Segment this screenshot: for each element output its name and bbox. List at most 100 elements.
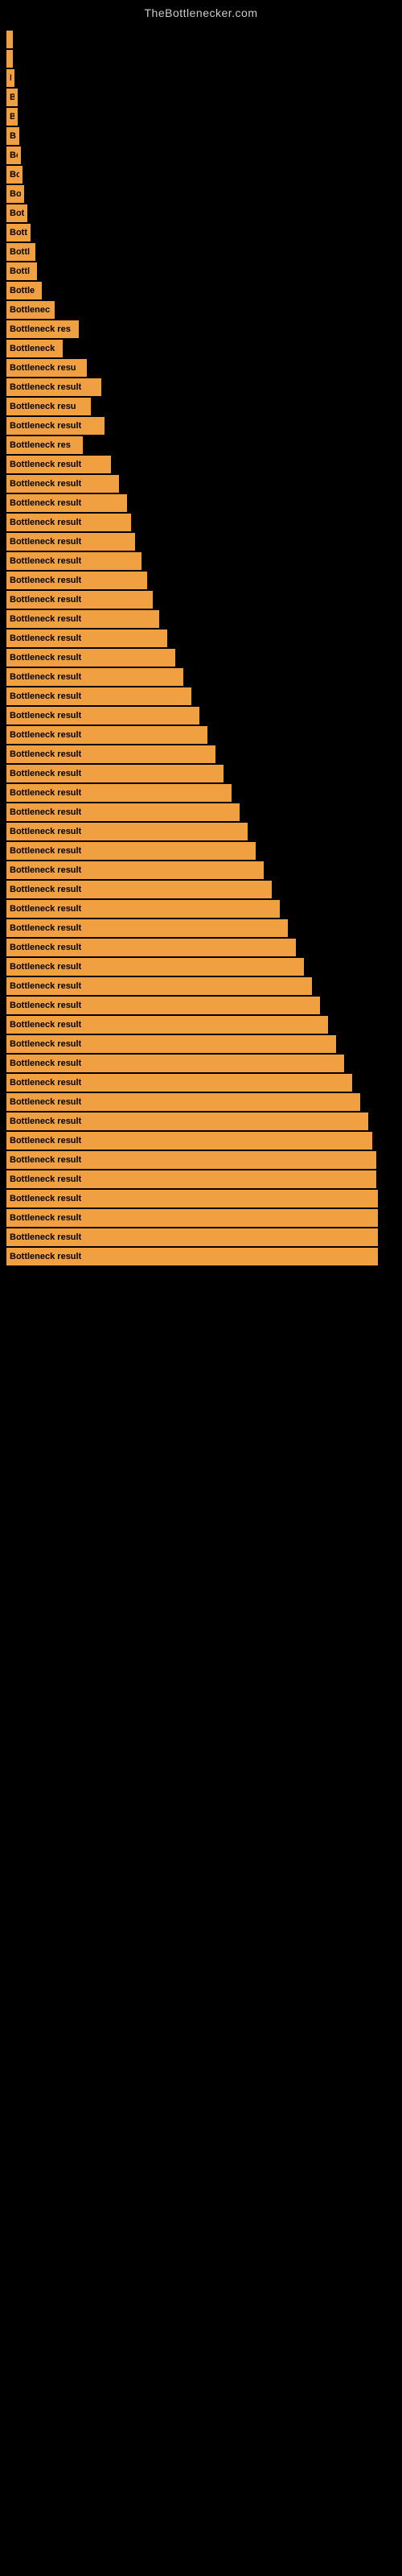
- bar-label: Bottleneck result: [10, 1174, 81, 1184]
- bar-row: Bottleneck result: [6, 1016, 402, 1034]
- bar-row: Bottleneck result: [6, 494, 402, 512]
- bar-label: Bottleneck result: [10, 1232, 81, 1242]
- bar-row: Bottleneck result: [6, 475, 402, 493]
- bottleneck-bar: Bottleneck result: [6, 630, 167, 647]
- bar-row: Bottleneck: [6, 340, 402, 357]
- bar-row: Bottle: [6, 282, 402, 299]
- bottleneck-bar: B: [6, 69, 14, 87]
- bar-row: Bottleneck result: [6, 1093, 402, 1111]
- bar-label: Bo: [10, 189, 21, 199]
- bar-row: Bottleneck result: [6, 591, 402, 609]
- bar-label: Bottleneck result: [10, 1213, 81, 1223]
- bottleneck-bar: Bottleneck result: [6, 977, 312, 995]
- bar-row: Bottleneck result: [6, 1151, 402, 1169]
- bar-label: Bottleneck result: [10, 769, 81, 778]
- bar-label: Bottle: [10, 286, 35, 295]
- bottleneck-bar: Bottleneck result: [6, 1209, 378, 1227]
- bottleneck-bar: Bottleneck result: [6, 552, 142, 570]
- bar-row: Bottleneck result: [6, 514, 402, 531]
- bar-label: Bottleneck: [10, 344, 55, 353]
- bottleneck-bar: Bottleneck result: [6, 417, 105, 435]
- bar-label: Bottleneck resu: [10, 363, 76, 373]
- bottleneck-bar: Bottleneck result: [6, 475, 119, 493]
- bottleneck-bar: Bottleneck result: [6, 1074, 352, 1092]
- bottleneck-bar: B: [6, 31, 13, 48]
- bar-label: Bottleneck result: [10, 1039, 81, 1049]
- bar-label: Bottleneck result: [10, 1136, 81, 1146]
- bar-row: B: [6, 69, 402, 87]
- bar-label: Bottleneck result: [10, 421, 81, 431]
- bar-label: Bottleneck result: [10, 1020, 81, 1030]
- bar-row: Bottl: [6, 243, 402, 261]
- bar-label: Bottleneck result: [10, 807, 81, 817]
- bar-label: Bottleneck result: [10, 498, 81, 508]
- bar-label: Bottleneck result: [10, 460, 81, 469]
- bottleneck-bar: Bottleneck result: [6, 803, 240, 821]
- bar-row: Bottleneck result: [6, 1170, 402, 1188]
- bar-row: Bottleneck result: [6, 707, 402, 724]
- bar-row: Bottleneck result: [6, 687, 402, 705]
- bottleneck-bar: Bot: [6, 204, 27, 222]
- bar-row: Bottleneck result: [6, 861, 402, 879]
- bottleneck-bar: Bottleneck result: [6, 958, 304, 976]
- bar-row: Bottleneck result: [6, 1228, 402, 1246]
- bottleneck-bar: Bottleneck resu: [6, 398, 91, 415]
- bottleneck-bar: Bottleneck result: [6, 533, 135, 551]
- bar-label: Bottleneck result: [10, 518, 81, 527]
- bar-label: Bottleneck result: [10, 576, 81, 585]
- bar-row: Bottleneck resu: [6, 359, 402, 377]
- bar-label: Bottleneck result: [10, 827, 81, 836]
- bar-label: Bottleneck result: [10, 653, 81, 663]
- bar-label: Bottleneck result: [10, 382, 81, 392]
- bar-row: Bo: [6, 185, 402, 203]
- bar-row: Bottleneck result: [6, 610, 402, 628]
- bottleneck-bar: Bottleneck result: [6, 1248, 378, 1265]
- bar-label: Bottl: [10, 266, 30, 276]
- bar-label: Bottleneck result: [10, 1252, 81, 1261]
- bar-label: Bottleneck result: [10, 788, 81, 798]
- bottleneck-bar: Bottleneck result: [6, 997, 320, 1014]
- bar-row: Bottleneck result: [6, 630, 402, 647]
- bottleneck-bar: Bottleneck result: [6, 668, 183, 686]
- bar-label: Bottleneck result: [10, 904, 81, 914]
- bar-row: Bottleneck result: [6, 958, 402, 976]
- bottleneck-bar: Bo: [6, 147, 21, 164]
- bottleneck-bar: Bo: [6, 185, 24, 203]
- bar-row: Bo: [6, 166, 402, 184]
- bottleneck-bar: Bottleneck result: [6, 456, 111, 473]
- bottleneck-bar: Bottleneck result: [6, 572, 147, 589]
- bottleneck-bar: Bottleneck result: [6, 1016, 328, 1034]
- bar-label: Bottleneck result: [10, 1117, 81, 1126]
- bar-row: Bottleneck res: [6, 436, 402, 454]
- bottleneck-bar: Bottleneck result: [6, 1055, 344, 1072]
- bottleneck-bar: Bottlenec: [6, 301, 55, 319]
- bar-label: Bottleneck res: [10, 440, 71, 450]
- bottleneck-bar: Bottl: [6, 243, 35, 261]
- bar-row: Bottleneck result: [6, 1113, 402, 1130]
- bottleneck-bar: Bottleneck result: [6, 842, 256, 860]
- bar-label: Bottleneck result: [10, 595, 81, 605]
- bottleneck-bar: Bottleneck result: [6, 939, 296, 956]
- bottleneck-bar: Bottleneck result: [6, 919, 288, 937]
- bar-label: Bott: [10, 228, 27, 237]
- bar-row: Bottleneck result: [6, 572, 402, 589]
- bar-label: Bottlenec: [10, 305, 50, 315]
- bar-row: Bottleneck result: [6, 533, 402, 551]
- bar-row: Bottleneck result: [6, 823, 402, 840]
- bottleneck-bar: Bottleneck result: [6, 1035, 336, 1053]
- bar-label: B: [10, 73, 11, 83]
- bottleneck-bar: Bottleneck result: [6, 1170, 376, 1188]
- bar-row: B: [6, 50, 402, 68]
- bottleneck-bar: Bottleneck result: [6, 610, 159, 628]
- bar-row: Bottleneck result: [6, 765, 402, 782]
- bar-label: Bottleneck result: [10, 865, 81, 875]
- bottleneck-bar: Bottleneck resu: [6, 359, 87, 377]
- bar-row: Bottleneck res: [6, 320, 402, 338]
- bottleneck-bar: Bottleneck res: [6, 320, 79, 338]
- bar-row: Bottleneck result: [6, 1209, 402, 1227]
- bar-label: Bottleneck result: [10, 962, 81, 972]
- bottleneck-bar: Bottleneck result: [6, 687, 191, 705]
- bottleneck-bar: Bottleneck result: [6, 1190, 378, 1208]
- bottleneck-bar: Bottleneck result: [6, 378, 101, 396]
- bar-row: Bottlenec: [6, 301, 402, 319]
